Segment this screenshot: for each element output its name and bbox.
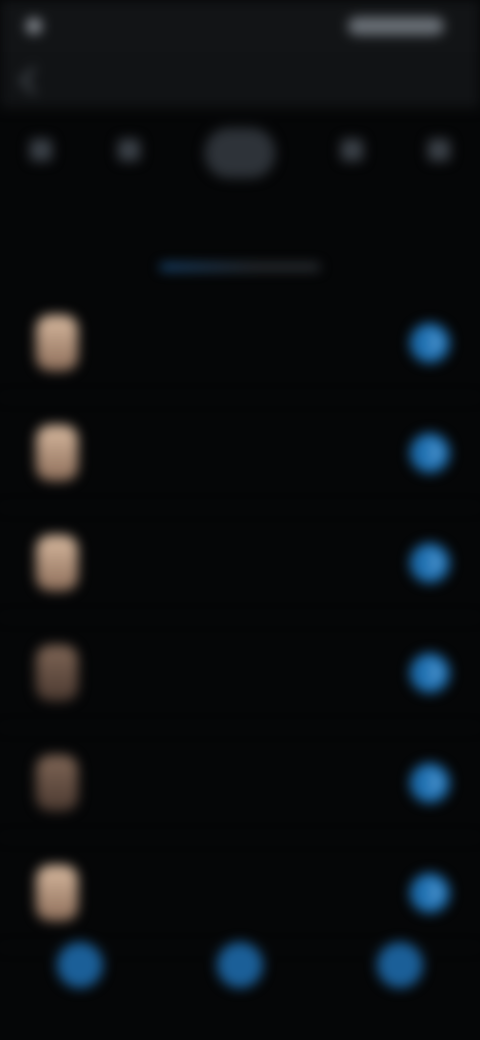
nav-2-icon [117,139,140,161]
chevron-right-icon [419,331,441,354]
bottom-action-button-2[interactable] [217,942,263,988]
app-header [0,52,480,108]
status-bar [0,0,480,52]
nav-item-1[interactable] [30,139,52,167]
nav-item-4[interactable] [428,139,450,167]
item-action-button[interactable] [410,322,450,363]
list-item[interactable] [0,508,480,618]
nav-1-icon [30,139,52,161]
item-action-button[interactable] [410,872,450,913]
item-action-button[interactable] [410,652,450,693]
item-list [0,278,480,948]
notification-icon [26,18,42,34]
chevron-right-icon [419,771,441,794]
top-nav [0,108,480,198]
chevron-right-icon [419,661,441,684]
back-icon[interactable] [20,66,47,94]
bottom-action-button-1[interactable] [57,942,103,988]
avatar [36,754,78,811]
app-screen [0,0,480,1040]
tab-4[interactable] [405,232,421,244]
nav-4-icon [428,139,450,161]
item-action-button[interactable] [410,432,450,473]
item-action-button[interactable] [410,542,450,583]
bottom-action-button-3[interactable] [377,942,423,988]
avatar [36,534,78,591]
tab-2[interactable] [175,232,191,244]
nav-item-3[interactable] [340,139,363,167]
nav-item-center[interactable] [205,128,275,178]
avatar [36,864,78,921]
tab-1[interactable] [60,232,76,244]
nav-item-2[interactable] [117,139,140,167]
list-item[interactable] [0,618,480,728]
chevron-right-icon [419,551,441,574]
list-item[interactable] [0,728,480,838]
tab-indicator [160,264,320,270]
avatar [36,644,78,701]
nav-3-icon [340,139,363,161]
tab-3[interactable] [290,232,306,244]
center-action-icon [205,128,275,178]
tab-bar [0,198,480,278]
status-icons [348,17,444,35]
chevron-right-icon [419,441,441,464]
chevron-right-icon [419,881,441,904]
avatar [36,314,78,371]
list-item[interactable] [0,398,480,508]
bottom-bar [0,930,480,1000]
list-item[interactable] [0,288,480,398]
avatar [36,424,78,481]
item-action-button[interactable] [410,762,450,803]
